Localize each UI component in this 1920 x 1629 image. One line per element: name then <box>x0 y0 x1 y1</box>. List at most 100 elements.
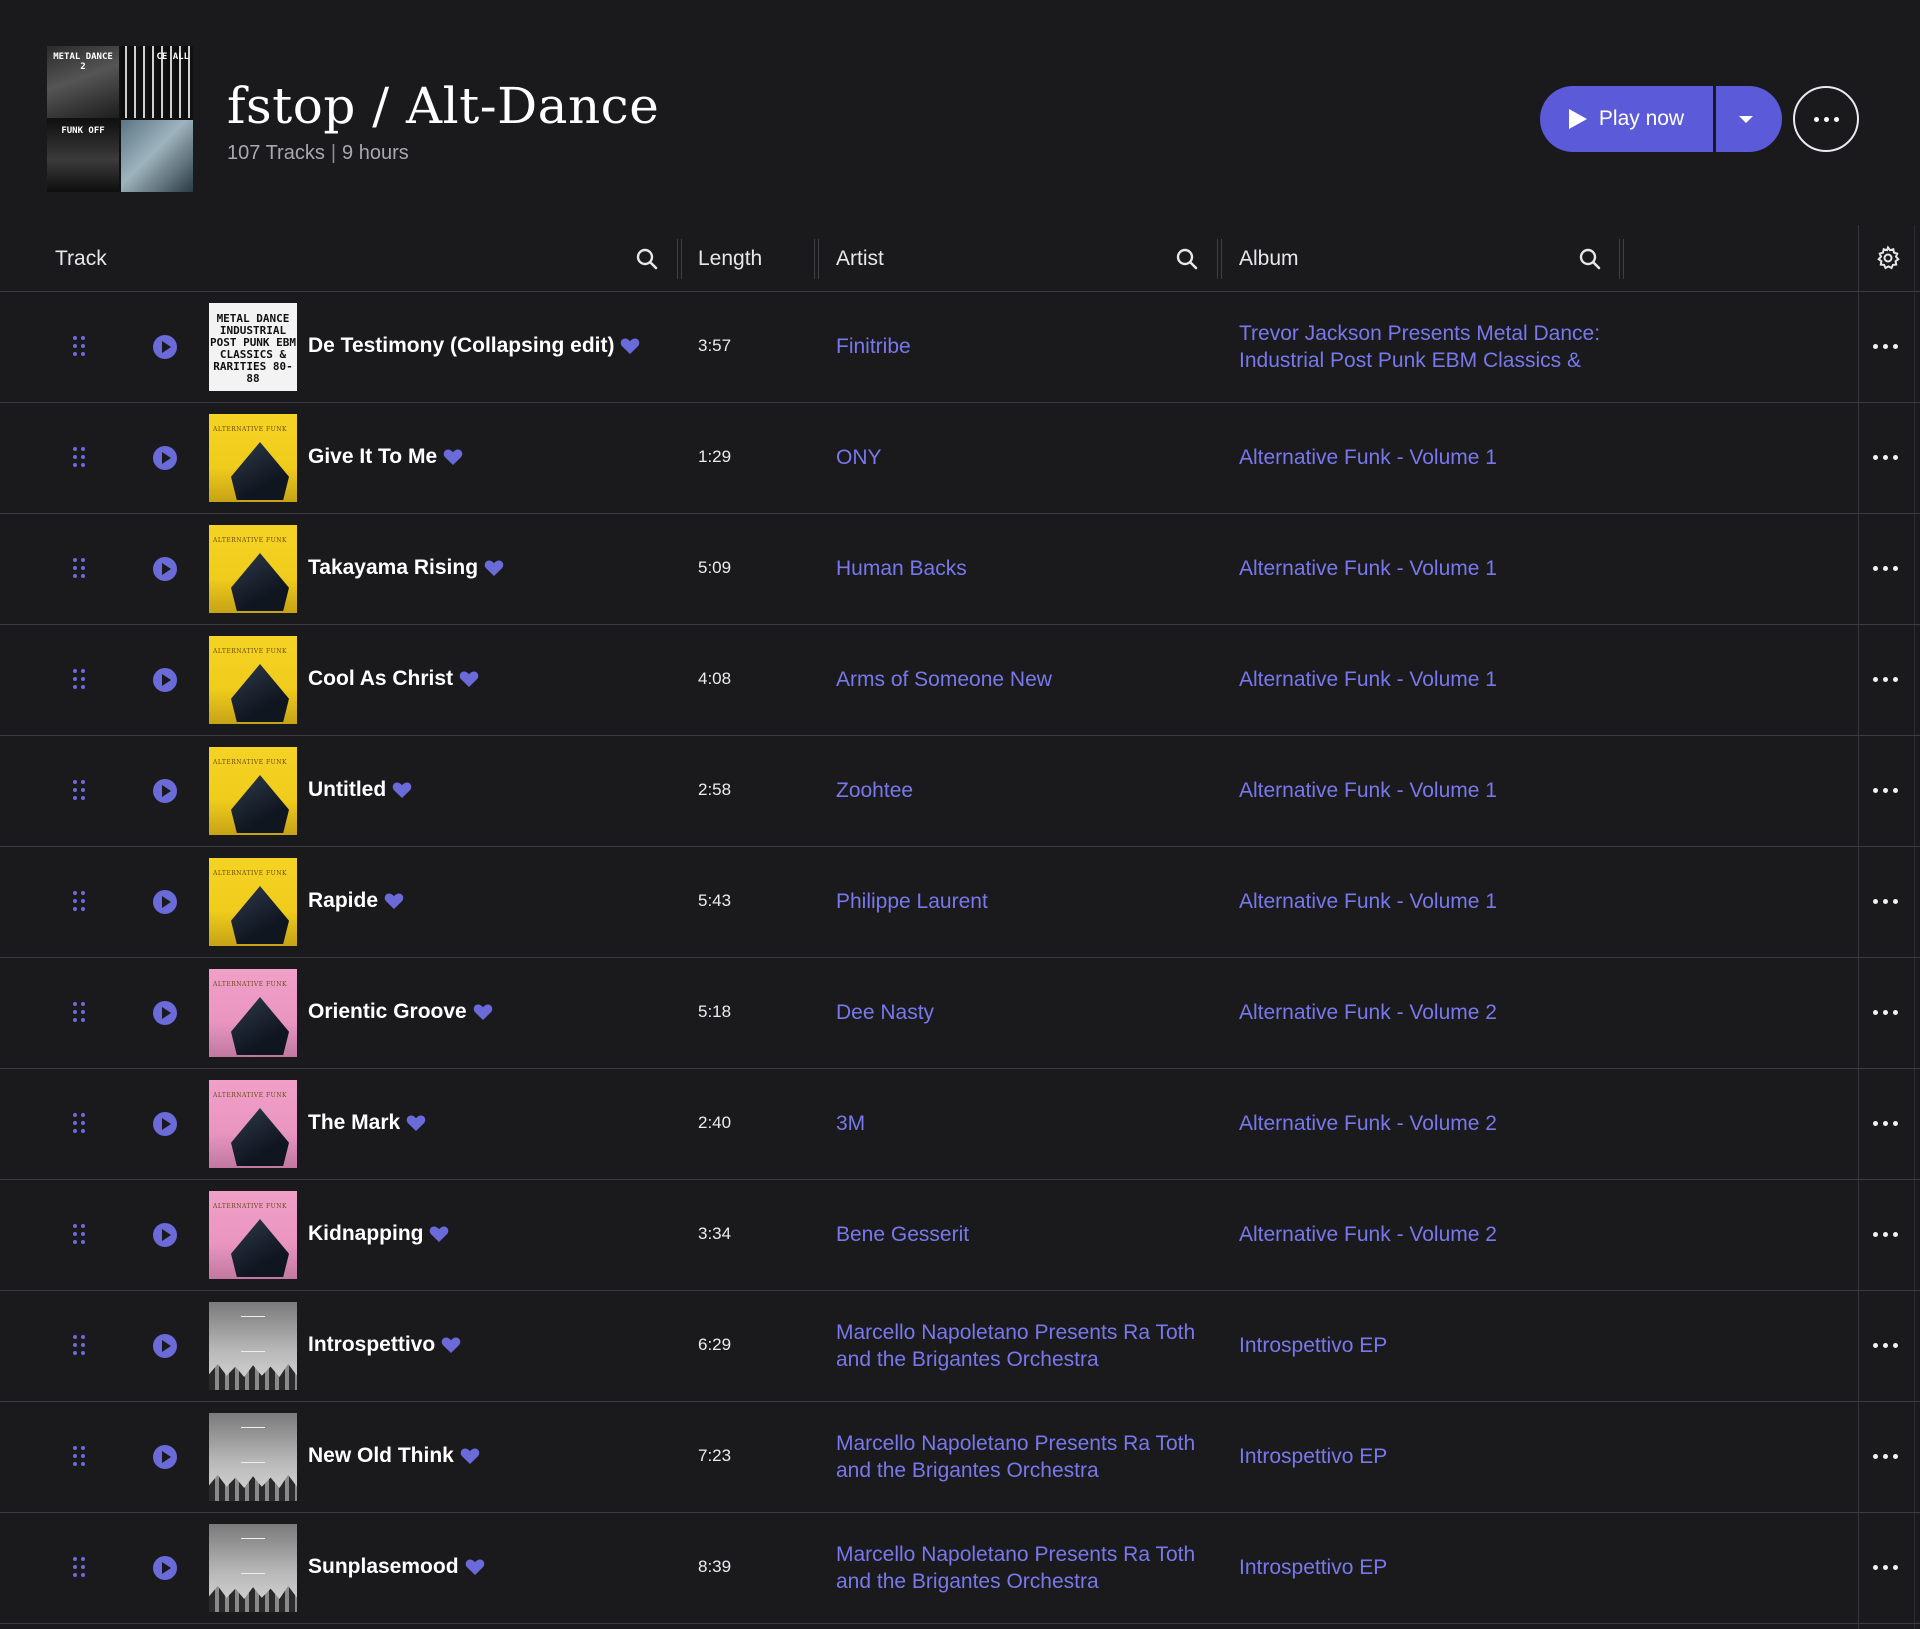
track-album-link[interactable]: Introspettivo EP <box>1239 1332 1669 1359</box>
track-row[interactable]: ALTERNATIVE FUNK Takayama Rising 5:09 Hu… <box>0 514 1920 625</box>
drag-handle-icon[interactable] <box>73 1113 85 1133</box>
heart-icon[interactable] <box>443 448 463 466</box>
track-title[interactable]: Sunplasemood <box>308 1555 459 1579</box>
column-resize-handle[interactable] <box>1619 239 1624 279</box>
more-horizontal-icon[interactable] <box>1873 1454 1898 1459</box>
heart-icon[interactable] <box>465 1558 485 1576</box>
track-title[interactable]: Orientic Groove <box>308 1000 467 1024</box>
column-album[interactable]: Album <box>1239 247 1299 271</box>
play-icon[interactable] <box>153 1556 177 1580</box>
track-artist-link[interactable]: ONY <box>836 444 1216 471</box>
heart-icon[interactable] <box>620 337 640 355</box>
drag-handle-icon[interactable] <box>73 447 85 467</box>
track-title[interactable]: Untitled <box>308 778 386 802</box>
track-row[interactable]: Introspettivo 6:29 Marcello Napoletano P… <box>0 1291 1920 1402</box>
drag-handle-icon[interactable] <box>73 558 85 578</box>
heart-icon[interactable] <box>429 1225 449 1243</box>
more-horizontal-icon[interactable] <box>1873 1343 1898 1348</box>
track-title[interactable]: Rapide <box>308 889 378 913</box>
drag-handle-icon[interactable] <box>73 336 85 356</box>
more-horizontal-icon[interactable] <box>1873 344 1898 349</box>
play-icon[interactable] <box>153 1445 177 1469</box>
track-artist-link[interactable]: Marcello Napoletano Presents Ra Toth and… <box>836 1319 1216 1373</box>
track-album-link[interactable]: Alternative Funk - Volume 1 <box>1239 666 1669 693</box>
column-length[interactable]: Length <box>698 247 762 271</box>
more-horizontal-icon[interactable] <box>1873 1010 1898 1015</box>
track-row[interactable]: ALTERNATIVE FUNK Kidnapping 3:34 Bene Ge… <box>0 1180 1920 1291</box>
play-icon[interactable] <box>153 1334 177 1358</box>
column-resize-handle[interactable] <box>677 239 682 279</box>
play-icon[interactable] <box>153 557 177 581</box>
track-artist-link[interactable]: Human Backs <box>836 555 1216 582</box>
track-album-link[interactable]: Alternative Funk - Volume 1 <box>1239 444 1669 471</box>
drag-handle-icon[interactable] <box>73 1557 85 1577</box>
column-artist[interactable]: Artist <box>836 247 884 271</box>
track-title[interactable]: Kidnapping <box>308 1222 423 1246</box>
heart-icon[interactable] <box>392 781 412 799</box>
track-title[interactable]: Introspettivo <box>308 1333 435 1357</box>
track-row[interactable]: METAL DANCE INDUSTRIAL POST PUNK EBM CLA… <box>0 292 1920 403</box>
track-album-link[interactable]: Alternative Funk - Volume 1 <box>1239 888 1669 915</box>
track-title[interactable]: Takayama Rising <box>308 556 478 580</box>
more-horizontal-icon[interactable] <box>1873 1565 1898 1570</box>
more-horizontal-icon[interactable] <box>1873 788 1898 793</box>
track-title[interactable]: New Old Think <box>308 1444 454 1468</box>
heart-icon[interactable] <box>406 1114 426 1132</box>
playlist-more-button[interactable] <box>1793 86 1859 152</box>
drag-handle-icon[interactable] <box>73 780 85 800</box>
track-artist-link[interactable]: Marcello Napoletano Presents Ra Toth and… <box>836 1430 1216 1484</box>
track-row[interactable]: ALTERNATIVE FUNK The Mark 2:40 3M Altern… <box>0 1069 1920 1180</box>
play-icon[interactable] <box>153 335 177 359</box>
column-track[interactable]: Track <box>55 247 107 271</box>
play-icon[interactable] <box>153 1001 177 1025</box>
track-row[interactable]: ALTERNATIVE FUNK Give It To Me 1:29 ONY … <box>0 403 1920 514</box>
track-artist-link[interactable]: Marcello Napoletano Presents Ra Toth and… <box>836 1541 1216 1595</box>
track-row[interactable]: Sunplasemood 8:39 Marcello Napoletano Pr… <box>0 1513 1920 1624</box>
track-artist-link[interactable]: Philippe Laurent <box>836 888 1216 915</box>
drag-handle-icon[interactable] <box>73 1002 85 1022</box>
more-horizontal-icon[interactable] <box>1873 899 1898 904</box>
play-icon[interactable] <box>153 668 177 692</box>
track-artist-link[interactable]: 3M <box>836 1110 1216 1137</box>
search-icon[interactable] <box>1175 247 1199 271</box>
track-artist-link[interactable]: Bene Gesserit <box>836 1221 1216 1248</box>
heart-icon[interactable] <box>460 1447 480 1465</box>
track-title[interactable]: Give It To Me <box>308 445 437 469</box>
heart-icon[interactable] <box>484 559 504 577</box>
track-album-link[interactable]: Alternative Funk - Volume 2 <box>1239 999 1669 1026</box>
heart-icon[interactable] <box>459 670 479 688</box>
track-album-link[interactable]: Introspettivo EP <box>1239 1554 1669 1581</box>
drag-handle-icon[interactable] <box>73 1446 85 1466</box>
track-album-link[interactable]: Trevor Jackson Presents Metal Dance: Ind… <box>1239 320 1669 374</box>
track-title[interactable]: De Testimony (Collapsing edit) <box>308 334 614 358</box>
more-horizontal-icon[interactable] <box>1873 1232 1898 1237</box>
heart-icon[interactable] <box>473 1003 493 1021</box>
play-icon[interactable] <box>153 1112 177 1136</box>
drag-handle-icon[interactable] <box>73 1335 85 1355</box>
column-resize-handle[interactable] <box>814 239 819 279</box>
track-row[interactable]: ALTERNATIVE FUNK Untitled 2:58 Zoohtee A… <box>0 736 1920 847</box>
drag-handle-icon[interactable] <box>73 1224 85 1244</box>
track-artist-link[interactable]: Arms of Someone New <box>836 666 1216 693</box>
play-icon[interactable] <box>153 779 177 803</box>
play-icon[interactable] <box>153 890 177 914</box>
track-album-link[interactable]: Alternative Funk - Volume 1 <box>1239 777 1669 804</box>
track-album-link[interactable]: Alternative Funk - Volume 2 <box>1239 1110 1669 1137</box>
search-icon[interactable] <box>635 247 659 271</box>
track-title[interactable]: Cool As Christ <box>308 667 453 691</box>
play-options-dropdown[interactable] <box>1716 86 1782 152</box>
track-title[interactable]: The Mark <box>308 1111 400 1135</box>
track-album-link[interactable]: Introspettivo EP <box>1239 1443 1669 1470</box>
drag-handle-icon[interactable] <box>73 891 85 911</box>
track-row[interactable]: ALTERNATIVE FUNK Cool As Christ 4:08 Arm… <box>0 625 1920 736</box>
drag-handle-icon[interactable] <box>73 669 85 689</box>
track-row[interactable]: ALTERNATIVE FUNK Orientic Groove 5:18 De… <box>0 958 1920 1069</box>
column-resize-handle[interactable] <box>1217 239 1222 279</box>
play-icon[interactable] <box>153 446 177 470</box>
more-horizontal-icon[interactable] <box>1873 677 1898 682</box>
track-artist-link[interactable]: Zoohtee <box>836 777 1216 804</box>
more-horizontal-icon[interactable] <box>1873 566 1898 571</box>
more-horizontal-icon[interactable] <box>1873 455 1898 460</box>
more-horizontal-icon[interactable] <box>1873 1121 1898 1126</box>
track-row[interactable]: ALTERNATIVE FUNK Rapide 5:43 Philippe La… <box>0 847 1920 958</box>
